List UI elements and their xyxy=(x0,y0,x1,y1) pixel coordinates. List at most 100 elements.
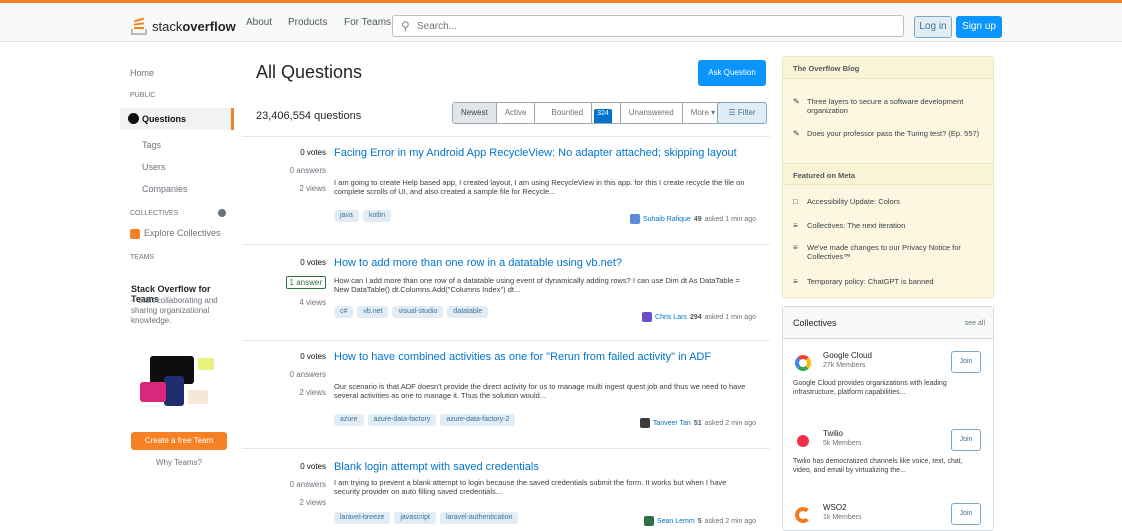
filter-active[interactable]: Active xyxy=(497,103,536,123)
info-icon[interactable] xyxy=(218,209,226,217)
stack-icon: ≡ xyxy=(793,243,798,252)
tag[interactable]: kotlin xyxy=(362,210,392,222)
tag[interactable]: azure-data-factory-2 xyxy=(440,414,516,426)
tag[interactable]: vb.net xyxy=(357,306,389,318)
tag-list: azure azure-data-factory azure-data-fact… xyxy=(334,414,516,426)
question-title[interactable]: Facing Error in my Android App RecycleVi… xyxy=(334,146,754,160)
join-button[interactable]: Join xyxy=(951,429,981,451)
question-count: 23,406,554 questions xyxy=(256,110,362,122)
top-bar: stackoverflow About Products For Teams ⚲… xyxy=(0,0,1122,42)
teams-illustration xyxy=(140,348,226,418)
vote-count: 0 votes xyxy=(300,148,326,157)
signup-button[interactable]: Sign up xyxy=(956,16,1002,38)
logo-text: stackoverflow xyxy=(152,18,236,34)
search-input[interactable] xyxy=(417,18,887,34)
sidebar-item-tags[interactable]: Tags xyxy=(142,140,161,150)
collective-item: Google Cloud 27k Members Join Google Clo… xyxy=(783,351,993,421)
collective-item: WSO2 1k Members Join xyxy=(783,503,993,531)
tag[interactable]: visual-studio xyxy=(392,306,444,318)
question-excerpt: How can I add more than one row of a dat… xyxy=(334,276,740,294)
pencil-icon: ✎ xyxy=(793,129,800,138)
answer-count: 0 answers xyxy=(289,480,326,489)
overflow-blog-widget: The Overflow Blog ✎ Three layers to secur… xyxy=(782,56,994,298)
divider xyxy=(242,448,770,449)
blog-item[interactable]: ✎ Does your professor pass the Turing tes… xyxy=(793,129,989,138)
question-item: 0 votes 0 answers 2 views Blank login at… xyxy=(242,460,770,528)
question-excerpt: I am going to create Help based app, I c… xyxy=(334,178,745,196)
question-user: Tanveer Tan 51 asked 2 min ago xyxy=(639,418,756,428)
ask-question-button[interactable]: Ask Question xyxy=(698,60,766,86)
meta-item[interactable]: ≡ Collectives: The next iteration xyxy=(793,221,989,230)
twilio-logo-icon xyxy=(797,435,809,447)
tag[interactable]: javascript xyxy=(394,512,436,524)
stack-icon: ≡ xyxy=(793,277,798,286)
filter-newest[interactable]: Newest xyxy=(453,103,497,123)
page-title: All Questions xyxy=(256,62,363,82)
join-button[interactable]: Join xyxy=(951,351,981,373)
see-all-link[interactable]: see all xyxy=(965,320,985,327)
wso2-logo-icon xyxy=(795,507,811,523)
filter-bountied[interactable]: Bountied 324 xyxy=(535,103,621,123)
filter-button[interactable]: ☰ Filter xyxy=(717,102,767,124)
sidebar-item-questions[interactable]: Questions xyxy=(120,108,234,130)
filter-unanswered[interactable]: Unanswered xyxy=(621,103,683,123)
answer-count: 0 answers xyxy=(289,166,326,175)
logo[interactable]: stackoverflow xyxy=(130,17,236,35)
question-stats: 0 votes 0 answers 2 views xyxy=(242,148,326,193)
question-title[interactable]: Blank login attempt with saved credentia… xyxy=(334,460,754,474)
question-stats: 0 votes 0 answers 2 views xyxy=(242,462,326,507)
question-title[interactable]: How to add more than one row in a datata… xyxy=(334,256,754,270)
pencil-icon: ✎ xyxy=(793,97,800,106)
tag[interactable]: laravel-breeze xyxy=(334,512,391,524)
avatar[interactable] xyxy=(643,516,654,526)
tag[interactable]: c# xyxy=(334,306,354,318)
join-button[interactable]: Join xyxy=(951,503,981,525)
tag-list: c# vb.net visual-studio datatable xyxy=(334,306,489,318)
divider xyxy=(242,136,770,137)
message-icon: □ xyxy=(793,197,798,206)
nav-products[interactable]: Products xyxy=(288,17,327,28)
search-box[interactable]: ⚲ xyxy=(392,15,904,37)
vote-count: 0 votes xyxy=(300,462,326,471)
sidebar-item-companies[interactable]: Companies xyxy=(142,184,188,194)
globe-icon xyxy=(128,113,139,124)
meta-item[interactable]: ≡ We've made changes to our Privacy Notic… xyxy=(793,243,989,261)
avatar[interactable] xyxy=(629,214,640,224)
sort-filter-group: Newest Active Bountied 324 Unanswered Mor… xyxy=(452,102,725,124)
question-stats: 0 votes 1 answer 4 views xyxy=(242,258,326,307)
tag[interactable]: datatable xyxy=(447,306,489,318)
avatar[interactable] xyxy=(639,418,650,428)
question-user: Sean Lemm 5 asked 2 min ago xyxy=(643,516,756,526)
question-user: Chris Lars 294 asked 1 min ago xyxy=(642,312,756,322)
why-teams-link[interactable]: Why Teams? xyxy=(131,458,227,467)
blog-header: The Overflow Blog xyxy=(783,57,993,79)
meta-item[interactable]: ≡ Temporary policy: ChatGPT is banned xyxy=(793,277,989,286)
tag[interactable]: laravel-authentication xyxy=(439,512,519,524)
nav-for-teams[interactable]: For Teams xyxy=(344,17,391,28)
sidebar-item-home[interactable]: Home xyxy=(130,68,154,78)
sidebar-section-collectives: COLLECTIVES xyxy=(130,210,179,217)
vote-count: 0 votes xyxy=(300,352,326,361)
sidebar-item-users[interactable]: Users xyxy=(142,162,166,172)
nav-about[interactable]: About xyxy=(246,17,272,28)
question-title[interactable]: How to have combined activities as one f… xyxy=(334,350,754,364)
question-user: Suhaib Rafique 49 asked 1 min ago xyxy=(629,214,756,224)
collectives-icon xyxy=(130,229,140,239)
tag[interactable]: azure xyxy=(334,414,364,426)
sidebar-item-explore-collectives[interactable]: Explore Collectives xyxy=(144,228,221,238)
tag[interactable]: azure-data-factory xyxy=(367,414,437,426)
divider xyxy=(242,340,770,341)
featured-header: Featured on Meta xyxy=(783,163,993,185)
bountied-count-badge: 324 xyxy=(594,109,612,123)
vote-count: 0 votes xyxy=(300,258,326,267)
tag[interactable]: java xyxy=(334,210,359,222)
login-button[interactable]: Log in xyxy=(914,16,952,38)
collectives-header: Collectives see all xyxy=(783,307,993,339)
collectives-widget: Collectives see all Google Cloud 27k Mem… xyxy=(782,306,994,531)
create-team-button[interactable]: Create a free Team xyxy=(131,432,227,450)
question-excerpt: I am trying to prevent a blank attempt t… xyxy=(334,478,727,496)
blog-item[interactable]: ✎ Three layers to secure a software devel… xyxy=(793,97,989,115)
meta-item[interactable]: □ Accessibility Update: Colors xyxy=(793,197,989,206)
avatar[interactable] xyxy=(642,312,653,322)
view-count: 2 views xyxy=(299,184,326,193)
